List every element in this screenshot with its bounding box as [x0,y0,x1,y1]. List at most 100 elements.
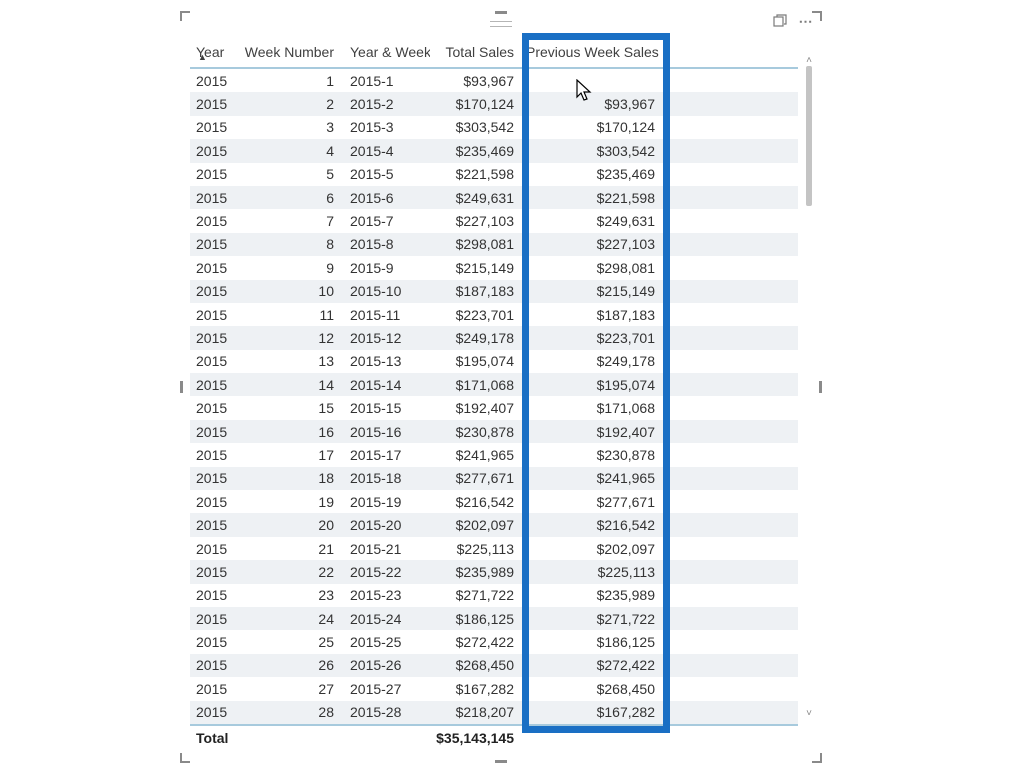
table-row[interactable]: 201522015-2$170,124$93,967 [190,92,798,115]
cell-week-number: 25 [238,634,340,650]
resize-handle-br[interactable] [812,753,822,763]
cell-week-number: 24 [238,611,340,627]
cell-total-sales: $202,097 [430,517,520,533]
scroll-up-arrow-icon[interactable]: ˄ [806,55,812,66]
resize-handle-left[interactable] [180,381,183,393]
table-total-row: Total $35,143,145 [190,724,798,750]
cell-total-sales: $235,469 [430,143,520,159]
cell-week-number: 14 [238,377,340,393]
table-row[interactable]: 201582015-8$298,081$227,103 [190,233,798,256]
table-row[interactable]: 2015202015-20$202,097$216,542 [190,513,798,536]
cell-year: 2015 [190,96,238,112]
resize-handle-bottom[interactable] [495,760,507,763]
cell-total-sales: $195,074 [430,353,520,369]
cell-week-number: 10 [238,283,340,299]
cell-year: 2015 [190,236,238,252]
table-row[interactable]: 201542015-4$235,469$303,542 [190,139,798,162]
vertical-scrollbar[interactable]: ˄ ˅ [802,55,816,719]
cell-week-number: 27 [238,681,340,697]
col-header-year-week[interactable]: Year & Week [340,44,430,60]
cell-year-week: 2015-9 [340,260,430,276]
table-row[interactable]: 2015142015-14$171,068$195,074 [190,373,798,396]
cell-week-number: 6 [238,190,340,206]
table-row[interactable]: 2015152015-15$192,407$171,068 [190,396,798,419]
col-header-year[interactable]: Year ▲ [190,44,238,60]
cell-week-number: 26 [238,657,340,673]
cell-prev-week-sales: $249,178 [520,353,665,369]
cell-prev-week-sales: $271,722 [520,611,665,627]
cell-year-week: 2015-16 [340,424,430,440]
cell-total-sales: $298,081 [430,236,520,252]
cell-total-sales: $241,965 [430,447,520,463]
scroll-down-arrow-icon[interactable]: ˅ [806,708,812,719]
table-row[interactable]: 2015192015-19$216,542$277,671 [190,490,798,513]
table-visual[interactable]: ⋯ Year ▲ Week Number Year & Week Total S… [184,15,818,759]
more-options-icon[interactable]: ⋯ [798,13,814,29]
cell-total-sales: $167,282 [430,681,520,697]
table-row[interactable]: 201562015-6$249,631$221,598 [190,186,798,209]
cell-week-number: 12 [238,330,340,346]
cell-year: 2015 [190,377,238,393]
cell-total-sales: $230,878 [430,424,520,440]
scroll-track[interactable] [806,66,812,708]
table-row[interactable]: 2015162015-16$230,878$192,407 [190,420,798,443]
cell-year: 2015 [190,73,238,89]
cell-prev-week-sales: $303,542 [520,143,665,159]
table-row[interactable]: 2015262015-26$268,450$272,422 [190,654,798,677]
cell-total-sales: $221,598 [430,166,520,182]
cell-prev-week-sales: $230,878 [520,447,665,463]
cell-year-week: 2015-19 [340,494,430,510]
cell-year: 2015 [190,424,238,440]
table-row[interactable]: 201532015-3$303,542$170,124 [190,116,798,139]
cell-prev-week-sales: $272,422 [520,657,665,673]
table-body: 201512015-1$93,967201522015-2$170,124$93… [190,69,798,724]
cell-year-week: 2015-22 [340,564,430,580]
drag-gripper-icon[interactable] [490,21,512,27]
focus-mode-icon[interactable] [772,13,788,29]
table-row[interactable]: 201552015-5$221,598$235,469 [190,163,798,186]
table-row[interactable]: 2015212015-21$225,113$202,097 [190,537,798,560]
table-row[interactable]: 2015182015-18$277,671$241,965 [190,467,798,490]
cell-prev-week-sales: $192,407 [520,424,665,440]
cell-year: 2015 [190,704,238,720]
cell-week-number: 22 [238,564,340,580]
cell-prev-week-sales: $227,103 [520,236,665,252]
cell-year-week: 2015-7 [340,213,430,229]
table-row[interactable]: 201572015-7$227,103$249,631 [190,209,798,232]
cell-total-sales: $272,422 [430,634,520,650]
cell-year-week: 2015-2 [340,96,430,112]
table-row[interactable]: 2015232015-23$271,722$235,989 [190,584,798,607]
cell-week-number: 19 [238,494,340,510]
cell-total-sales: $187,183 [430,283,520,299]
col-header-week-number[interactable]: Week Number [238,44,340,60]
cell-prev-week-sales: $249,631 [520,213,665,229]
cell-week-number: 16 [238,424,340,440]
table-row[interactable]: 2015272015-27$167,282$268,450 [190,677,798,700]
col-header-prev-week-sales[interactable]: Previous Week Sales [520,44,665,60]
table-row[interactable]: 2015252015-25$272,422$186,125 [190,630,798,653]
cell-year: 2015 [190,307,238,323]
cell-total-sales: $216,542 [430,494,520,510]
table-row[interactable]: 2015112015-11$223,701$187,183 [190,303,798,326]
cell-year-week: 2015-17 [340,447,430,463]
resize-handle-bl[interactable] [180,753,190,763]
cell-prev-week-sales: $235,989 [520,587,665,603]
table-row[interactable]: 2015122015-12$249,178$223,701 [190,326,798,349]
cell-prev-week-sales: $186,125 [520,634,665,650]
cell-year-week: 2015-14 [340,377,430,393]
table-row[interactable]: 2015282015-28$218,207$167,282 [190,701,798,724]
table-row[interactable]: 2015172015-17$241,965$230,878 [190,443,798,466]
table-row[interactable]: 2015132015-13$195,074$249,178 [190,350,798,373]
resize-handle-right[interactable] [819,381,822,393]
table-row[interactable]: 2015102015-10$187,183$215,149 [190,280,798,303]
cell-total-sales: $249,178 [430,330,520,346]
cell-year-week: 2015-24 [340,611,430,627]
col-header-total-sales[interactable]: Total Sales [430,44,520,60]
table-row[interactable]: 2015222015-22$235,989$225,113 [190,560,798,583]
table-container: Year ▲ Week Number Year & Week Total Sal… [190,37,798,759]
table-row[interactable]: 2015242015-24$186,125$271,722 [190,607,798,630]
resize-handle-top[interactable] [495,11,507,14]
table-row[interactable]: 201592015-9$215,149$298,081 [190,256,798,279]
table-row[interactable]: 201512015-1$93,967 [190,69,798,92]
scroll-thumb[interactable] [806,66,812,206]
